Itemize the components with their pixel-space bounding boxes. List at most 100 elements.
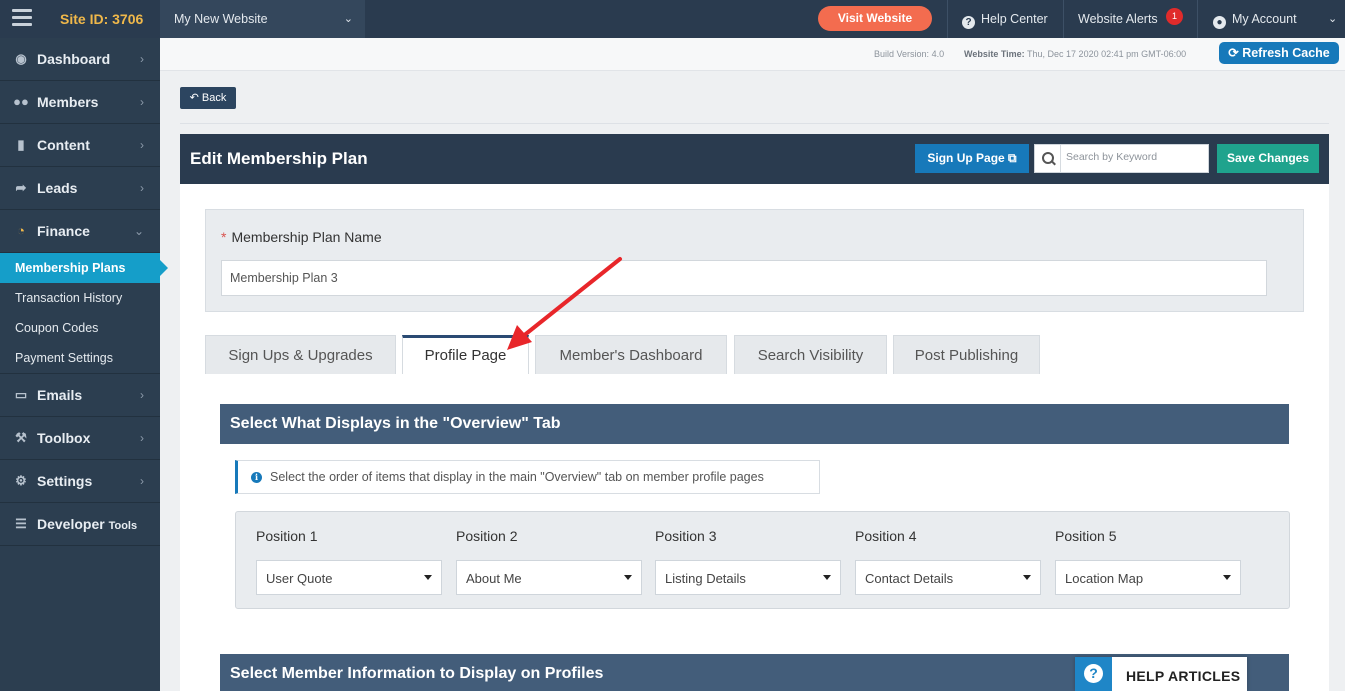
user-circle-icon: ● [1213,16,1226,29]
info-icon: i [251,472,262,483]
back-button[interactable]: ↶ Back [180,87,236,109]
sidebar-item-developer-tools[interactable]: ☰ Developer Tools [0,503,160,546]
sidebar: ◉ Dashboard › ●● Members › ▮ Content › ➦… [0,38,168,691]
folder-icon: ▮ [17,137,25,152]
chevron-right-icon: › [140,138,144,152]
sidebar-item-settings[interactable]: ⚙ Settings › [0,460,160,503]
website-select[interactable]: My New Website ⌄ [160,0,365,38]
caret-down-icon [1023,575,1031,580]
hamburger-menu-icon[interactable] [12,9,32,27]
website-time-value: Thu, Dec 17 2020 02:41 pm GMT-06:00 [1027,49,1187,59]
sliders-icon: ☰ [15,516,27,531]
tab-profile-page[interactable]: Profile Page [402,335,529,375]
position-4-select[interactable]: Contact Details [855,560,1041,595]
position-4: Position 4 Contact Details [855,528,1041,595]
chevron-right-icon: › [140,52,144,66]
page-title: Edit Membership Plan [190,149,368,168]
sidebar-item-transaction-history[interactable]: Transaction History [0,283,160,313]
build-info-bar: Build Version: 4.0 Website Time: Thu, De… [160,38,1345,71]
sidebar-item-label: Dashboard [37,51,111,67]
sidebar-item-emails[interactable]: ▭ Emails › [0,374,160,417]
visit-website-button[interactable]: Visit Website [818,6,932,31]
position-5: Position 5 Location Map [1055,528,1241,595]
help-articles-label: HELP ARTICLES [1126,668,1241,684]
pie-chart-icon: ◔ [17,223,25,238]
position-select-value: User Quote [266,571,333,586]
sign-up-page-label: Sign Up Page [927,151,1005,165]
users-icon: ●● [13,94,29,109]
tab-post-publishing[interactable]: Post Publishing [893,335,1040,374]
plan-name-input[interactable]: Membership Plan 3 [221,260,1267,296]
caret-down-icon [823,575,831,580]
tab-search-visibility[interactable]: Search Visibility [734,335,887,374]
sidebar-item-coupon-codes[interactable]: Coupon Codes [0,313,160,343]
back-label: Back [201,92,227,104]
keyword-search [1034,144,1209,173]
inbox-icon: ▭ [14,387,28,402]
search-input[interactable] [1066,151,1204,163]
website-time: Website Time: Thu, Dec 17 2020 02:41 pm … [964,49,1186,59]
sidebar-item-label: Toolbox [37,430,91,446]
edit-membership-plan-panel: Edit Membership Plan Sign Up Page ⧉ Save… [180,134,1329,691]
chevron-right-icon: › [140,388,144,402]
my-account-label: My Account [1232,12,1297,26]
sidebar-item-label: Members [37,94,99,110]
chevron-right-icon: › [140,181,144,195]
sidebar-item-label: Leads [37,180,78,196]
position-3: Position 3 Listing Details [655,528,841,595]
wrench-icon: ⚒ [15,430,27,445]
refresh-cache-button[interactable]: ⟳ Refresh Cache [1219,42,1339,64]
build-version-label: Build Version: [874,49,930,59]
required-asterisk: * [221,229,227,245]
position-5-select[interactable]: Location Map [1055,560,1241,595]
chevron-down-icon: ⌄ [133,224,144,238]
sidebar-item-suffix: Tools [108,520,138,532]
divider [1063,0,1064,38]
website-select-value: My New Website [174,12,268,26]
tab-sign-ups-upgrades[interactable]: Sign Ups & Upgrades [205,335,396,374]
search-icon [1035,145,1061,172]
position-label: Position 5 [1055,528,1117,544]
my-account-menu[interactable]: ● My Account [1213,0,1297,38]
divider [1197,0,1198,38]
chevron-down-icon[interactable]: ⌄ [1328,0,1337,38]
sidebar-item-dashboard[interactable]: ◉ Dashboard › [0,38,160,81]
sign-up-page-button[interactable]: Sign Up Page ⧉ [915,144,1029,173]
plan-name-group: * Membership Plan Name Membership Plan 3 [205,209,1304,312]
help-center-link[interactable]: ? Help Center [962,0,1048,38]
position-select-value: Listing Details [665,571,746,586]
position-label: Position 2 [456,528,518,544]
help-articles-button[interactable]: ? HELP ARTICLES [1075,657,1247,691]
position-select-value: About Me [466,571,522,586]
position-2-select[interactable]: About Me [456,560,642,595]
sidebar-item-members[interactable]: ●● Members › [0,81,160,124]
tab-members-dashboard[interactable]: Member's Dashboard [535,335,727,374]
chevron-right-icon: › [140,431,144,445]
save-changes-button[interactable]: Save Changes [1217,144,1319,173]
position-1-select[interactable]: User Quote [256,560,442,595]
finance-submenu: Membership Plans Transaction History Cou… [0,253,168,374]
gear-icon: ⚙ [15,473,27,488]
website-alerts-label: Website Alerts [1078,12,1158,26]
sidebar-item-label: Emails [37,387,83,403]
help-center-label: Help Center [981,12,1048,26]
sidebar-item-membership-plans[interactable]: Membership Plans [0,253,168,283]
website-time-label: Website Time: [964,49,1025,59]
website-alerts-link[interactable]: Website Alerts [1078,0,1158,38]
sidebar-item-leads[interactable]: ➦ Leads › [0,167,160,210]
sidebar-item-toolbox[interactable]: ⚒ Toolbox › [0,417,160,460]
position-selectors: Position 1 User Quote Position 2 About M… [235,511,1290,609]
position-select-value: Contact Details [865,571,954,586]
caret-down-icon [1223,575,1231,580]
position-3-select[interactable]: Listing Details [655,560,841,595]
sidebar-item-finance[interactable]: ◔ Finance ⌄ [0,210,160,253]
sidebar-item-content[interactable]: ▮ Content › [0,124,160,167]
tachometer-icon: ◉ [15,51,27,66]
sidebar-item-label: Finance [37,223,90,239]
sidebar-item-payment-settings[interactable]: Payment Settings [0,343,160,373]
info-note: i Select the order of items that display… [235,460,820,494]
sidebar-item-label: Content [37,137,90,153]
position-1: Position 1 User Quote [256,528,442,595]
refresh-icon: ⟳ [1228,46,1239,60]
position-label: Position 3 [655,528,717,544]
